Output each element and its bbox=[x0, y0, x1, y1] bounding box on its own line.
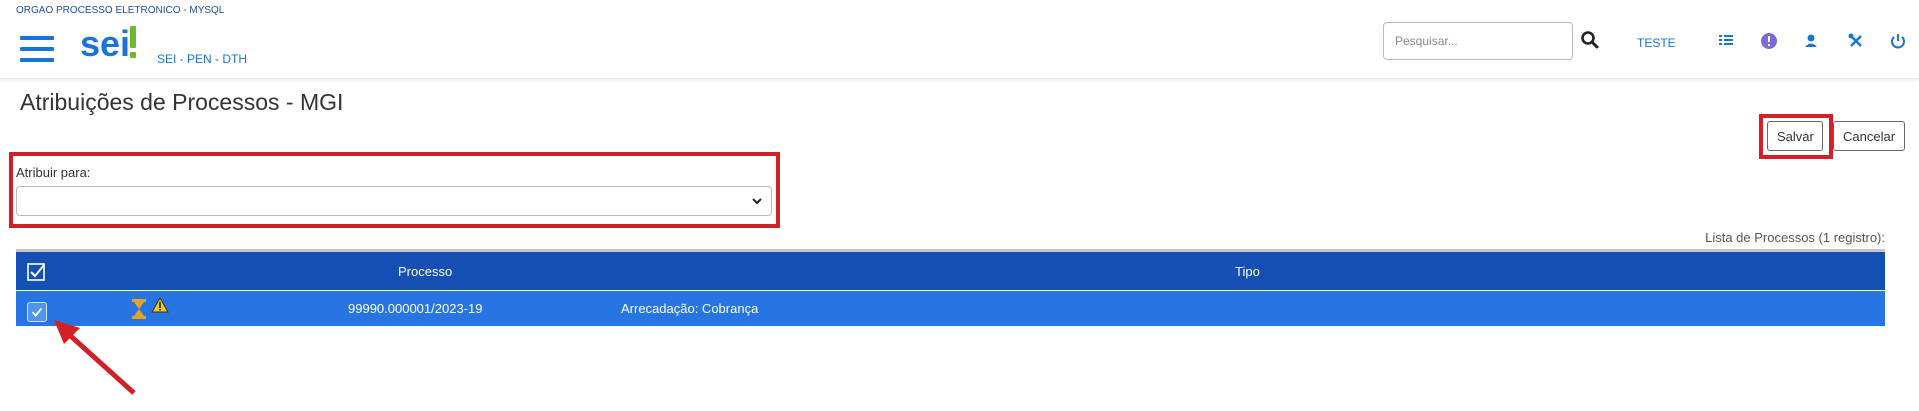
save-button[interactable]: Salvar bbox=[1767, 121, 1823, 151]
system-name: SEI - PEN - DTH bbox=[157, 52, 248, 66]
top-header: sei SEI - PEN - DTH TESTE bbox=[0, 0, 1919, 79]
menu-icon[interactable] bbox=[20, 36, 54, 64]
assign-select[interactable] bbox=[16, 186, 772, 216]
units-list-icon[interactable] bbox=[1717, 32, 1735, 50]
svg-text:sei: sei bbox=[80, 24, 130, 64]
column-header-processo[interactable]: Processo bbox=[398, 264, 452, 279]
select-all-checkbox[interactable] bbox=[27, 263, 45, 281]
sei-logo[interactable]: sei bbox=[80, 24, 140, 66]
cancel-button[interactable]: Cancelar bbox=[1833, 121, 1905, 151]
search-icon[interactable] bbox=[1580, 30, 1600, 50]
info-icon[interactable] bbox=[1760, 32, 1778, 50]
user-icon[interactable] bbox=[1802, 32, 1820, 50]
assign-label: Atribuir para: bbox=[16, 165, 91, 180]
annotation-arrow bbox=[54, 320, 136, 395]
hourglass-icon bbox=[132, 299, 146, 319]
process-type: Arrecadação: Cobrança bbox=[621, 301, 759, 316]
page-title: Atribuições de Processos - MGI bbox=[20, 89, 344, 115]
column-header-tipo[interactable]: Tipo bbox=[1235, 264, 1260, 279]
table-header: Processo Tipo bbox=[16, 249, 1885, 290]
warning-icon bbox=[151, 297, 169, 313]
tools-icon[interactable] bbox=[1847, 32, 1865, 50]
list-caption: Lista de Processos (1 registro): bbox=[1705, 230, 1885, 245]
user-name-link[interactable]: TESTE bbox=[1637, 36, 1676, 50]
row-checkbox[interactable] bbox=[27, 302, 47, 322]
search-input[interactable] bbox=[1383, 22, 1573, 60]
power-icon[interactable] bbox=[1889, 32, 1907, 50]
process-number-link[interactable]: 99990.000001/2023-19 bbox=[348, 301, 482, 316]
table-row[interactable]: 99990.000001/2023-19 Arrecadação: Cobran… bbox=[16, 291, 1885, 326]
chevron-down-icon bbox=[752, 198, 762, 205]
